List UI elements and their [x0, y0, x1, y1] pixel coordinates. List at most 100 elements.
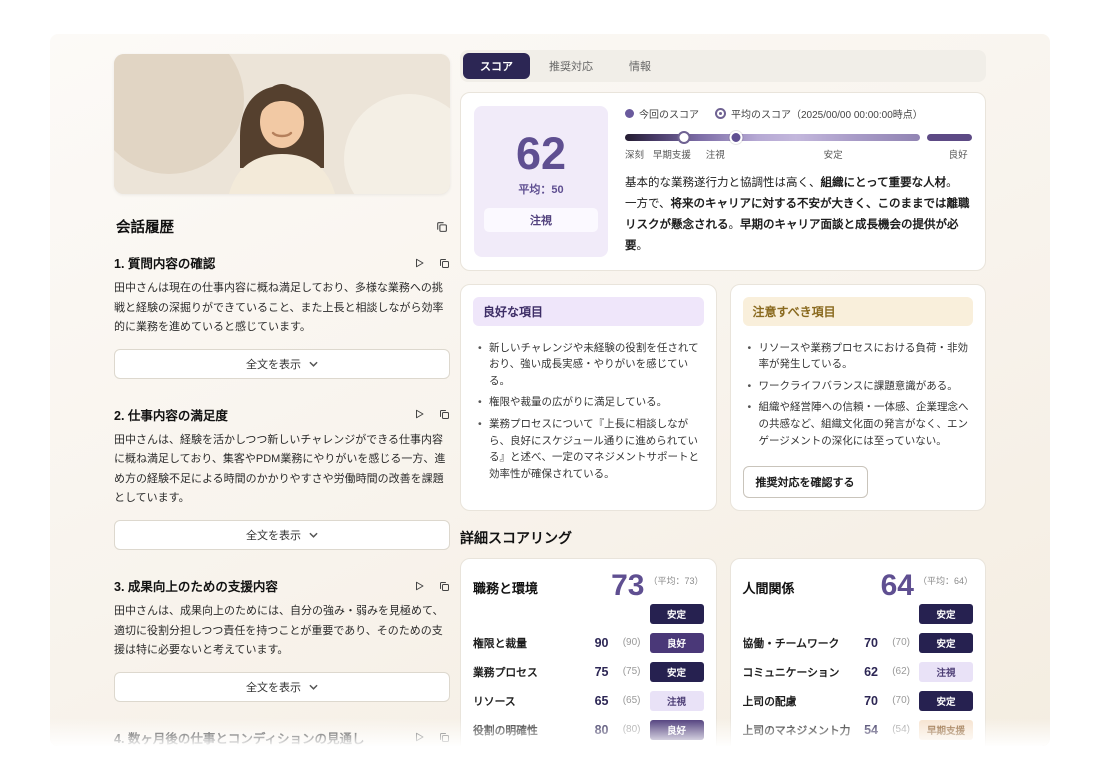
expand-button-label: 全文を表示: [246, 679, 301, 695]
caution-item: 組織や経営陣への信頼・一体感、企業理念への共感など、組織文化面の発言がなく、エン…: [748, 399, 972, 449]
metric-value: 80: [583, 723, 609, 737]
score-average: 平均：50: [518, 181, 563, 197]
play-icon[interactable]: [413, 580, 425, 592]
metric-label: 上司の配慮: [743, 693, 853, 709]
score-summary: 基本的な業務遂行力と協調性は高く、組織にとって重要な人材。一方で、将来のキャリア…: [625, 173, 972, 257]
metric-value: 90: [583, 636, 609, 650]
detail-card-title: 職務と環境: [473, 571, 538, 597]
metric-label: 業務プロセス: [473, 664, 583, 680]
metric-status-badge: 良好: [650, 633, 704, 653]
metric-average: (70): [878, 695, 910, 706]
copy-icon[interactable]: [438, 408, 450, 420]
legend-current-label: 今回のスコア: [639, 106, 699, 121]
metric-status-badge: 良好: [650, 720, 704, 740]
metric-status-badge: 安定: [650, 662, 704, 682]
detail-score-average: （平均：64）: [918, 574, 973, 587]
metric-status-badge: 注視: [650, 691, 704, 711]
metric-row: 権限と裁量 90 (90) 良好: [473, 628, 704, 657]
average-score-ring-icon: [715, 108, 726, 119]
metric-row: 上司のマネジメント力 54 (54) 早期支援: [743, 715, 974, 744]
caution-item: ワークライフバランスに課題意識がある。: [748, 378, 972, 395]
app: 会話履歴 1. 質問内容の確認: [50, 34, 1050, 746]
metric-value: 62: [852, 665, 878, 679]
legend-current: 今回のスコア: [625, 106, 699, 121]
metric-row: 心理的安全性 60 (60) 注視: [743, 744, 974, 746]
metric-value: 70: [852, 636, 878, 650]
score-value: 62: [516, 131, 566, 176]
legend-average: 平均のスコア（2025/00/00 00:00:00時点）: [715, 106, 923, 121]
score-panel: スコア 推奨対応 情報 62 平均：50 注視 今回のスコア: [460, 50, 986, 746]
conversation-panel: 会話履歴 1. 質問内容の確認: [114, 54, 450, 746]
current-score-dot-icon: [625, 109, 634, 118]
items-row: 良好な項目 新しいチャレンジや未経験の役割を任されており、強い成長実感・やりがい…: [460, 284, 986, 511]
caution-items-list: リソースや業務プロセスにおける負荷・非効率が発生している。ワークライフバランスに…: [743, 335, 974, 454]
detail-score-badge: 安定: [650, 604, 704, 624]
detail-cards-row: 職務と環境 73 （平均：73） 安定 権限と裁量 90: [460, 558, 986, 746]
score-scale-bar: [625, 134, 972, 141]
legend-average-label: 平均のスコア（2025/00/00 00:00:00時点）: [731, 106, 923, 121]
metric-row: リソース 65 (65) 注視: [473, 686, 704, 715]
detail-score-average: （平均：73）: [648, 574, 703, 587]
expand-button[interactable]: 全文を表示: [114, 520, 450, 550]
metric-value: 54: [852, 723, 878, 737]
metric-row: 安全性 80 (80) 良好: [473, 744, 704, 746]
play-icon[interactable]: [413, 731, 425, 743]
metric-label: 権限と裁量: [473, 635, 583, 651]
expand-button-label: 全文を表示: [246, 356, 301, 372]
conversation-item: 3. 成果向上のための支援内容 田中さんは、成果向上のためには、自分の強み・弱み…: [114, 576, 450, 702]
tab[interactable]: スコア: [463, 53, 530, 79]
metric-list: 協働・チームワーク 70 (70) 安定 コミュニケーション 62 (62) 注…: [743, 628, 974, 746]
good-item: 新しいチャレンジや未経験の役割を任されており、強い成長実感・やりがいを感じている…: [478, 340, 702, 390]
metric-status-badge: 安定: [919, 691, 973, 711]
conversation-item-body: 田中さんは、成果向上のためには、自分の強み・弱みを見極めて、適切に役割分担しつつ…: [114, 602, 450, 661]
caution-item: リソースや業務プロセスにおける負荷・非効率が発生している。: [748, 340, 972, 373]
scale-labels: 深刻 早期支援 注視 安定 良好: [625, 147, 972, 161]
play-icon[interactable]: [413, 257, 425, 269]
expand-button[interactable]: 全文を表示: [114, 349, 450, 379]
expand-button[interactable]: 全文を表示: [114, 672, 450, 702]
tab[interactable]: 推奨対応: [532, 53, 610, 79]
metric-average: (75): [609, 666, 641, 677]
metric-label: 上司のマネジメント力: [743, 722, 853, 738]
metric-status-badge: 注視: [919, 662, 973, 682]
play-icon[interactable]: [413, 408, 425, 420]
good-item: 権限や裁量の広がりに満足している。: [478, 394, 702, 411]
good-items-list: 新しいチャレンジや未経験の役割を任されており、強い成長実感・やりがいを感じている…: [473, 335, 704, 488]
conversation-item-body: 田中さんは、経験を活かしつつ新しいチャレンジができる仕事内容に概ね満足しており、…: [114, 431, 450, 509]
copy-icon[interactable]: [438, 580, 450, 592]
copy-icon[interactable]: [435, 220, 448, 233]
profile-photo: [114, 54, 450, 194]
conversation-header: 会話履歴: [116, 216, 448, 237]
scale-end-segment: [927, 134, 972, 141]
detail-card-score: 64 （平均：64） 安定: [881, 571, 973, 624]
scale-label-good: 良好: [949, 147, 968, 161]
tab-bar: スコア 推奨対応 情報: [460, 50, 986, 82]
scale-label-watch: 注視: [706, 147, 725, 161]
good-items-card: 良好な項目 新しいチャレンジや未経験の役割を任されており、強い成長実感・やりがい…: [460, 284, 717, 511]
conversation-item-title: 2. 仕事内容の満足度: [114, 405, 228, 424]
conversation-item: 4. 数ヶ月後の仕事とコンディションの見通し 田中さんは、どうすれば事業成長につ…: [114, 728, 450, 746]
tab[interactable]: 情報: [612, 53, 668, 79]
conversation-item-title: 4. 数ヶ月後の仕事とコンディションの見通し: [114, 728, 365, 746]
score-status-badge: 注視: [484, 208, 598, 232]
copy-icon[interactable]: [438, 257, 450, 269]
conversation-item-title: 3. 成果向上のための支援内容: [114, 576, 278, 595]
view-recommendations-button[interactable]: 推奨対応を確認する: [743, 466, 868, 498]
metric-row: 業務プロセス 75 (75) 安定: [473, 657, 704, 686]
metric-value: 75: [583, 665, 609, 679]
detail-card-job-environment: 職務と環境 73 （平均：73） 安定 権限と裁量 90: [460, 558, 717, 746]
current-score-marker: [730, 131, 743, 144]
copy-icon[interactable]: [438, 731, 450, 743]
metric-row: コミュニケーション 62 (62) 注視: [743, 657, 974, 686]
metric-value: 70: [852, 694, 878, 708]
detail-score-value: 73: [611, 571, 644, 601]
metric-average: (65): [609, 695, 641, 706]
conversation-item: 2. 仕事内容の満足度 田中さんは、経験を活かしつつ新しいチャレンジができる仕事…: [114, 405, 450, 550]
metric-average: (90): [609, 637, 641, 648]
good-item: 業務プロセスについて『上長に相談しながら、良好にスケジュール通りに進められている…: [478, 416, 702, 482]
chevron-down-icon: [309, 532, 318, 538]
chevron-down-icon: [309, 361, 318, 367]
detail-card-human-relations: 人間関係 64 （平均：64） 安定 協働・チームワーク 70: [730, 558, 987, 746]
metric-label: コミュニケーション: [743, 664, 853, 680]
scale-label-critical: 深刻: [625, 147, 644, 161]
